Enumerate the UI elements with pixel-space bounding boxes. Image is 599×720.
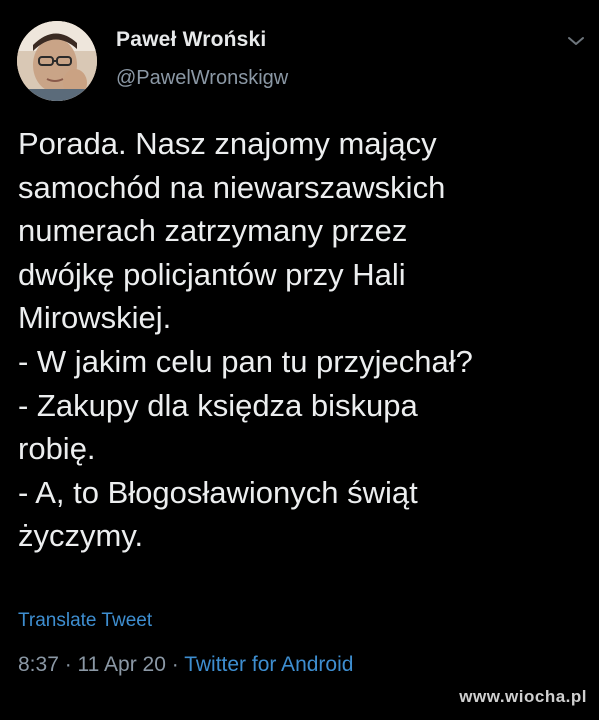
- tweet-source-link[interactable]: Twitter for Android: [184, 653, 353, 676]
- author-display-name[interactable]: Paweł Wroński: [116, 28, 266, 52]
- avatar-photo: [17, 21, 97, 101]
- meta-separator: ·: [58, 653, 78, 676]
- tweet-text: Porada. Nasz znajomy mający samochód na …: [18, 126, 473, 554]
- meta-separator: ·: [165, 653, 185, 676]
- site-watermark: www.wiocha.pl: [459, 687, 587, 706]
- tweet-time: 8:37: [18, 653, 59, 676]
- tweet-meta: 8:37 · 11 Apr 20 · Twitter for Android: [18, 653, 353, 677]
- chevron-down-icon[interactable]: [566, 34, 586, 48]
- author-handle[interactable]: @PawelWronskigw: [116, 67, 288, 90]
- translate-tweet-link[interactable]: Translate Tweet: [18, 610, 152, 632]
- avatar[interactable]: [17, 21, 97, 101]
- tweet-date: 11 Apr 20: [77, 653, 166, 676]
